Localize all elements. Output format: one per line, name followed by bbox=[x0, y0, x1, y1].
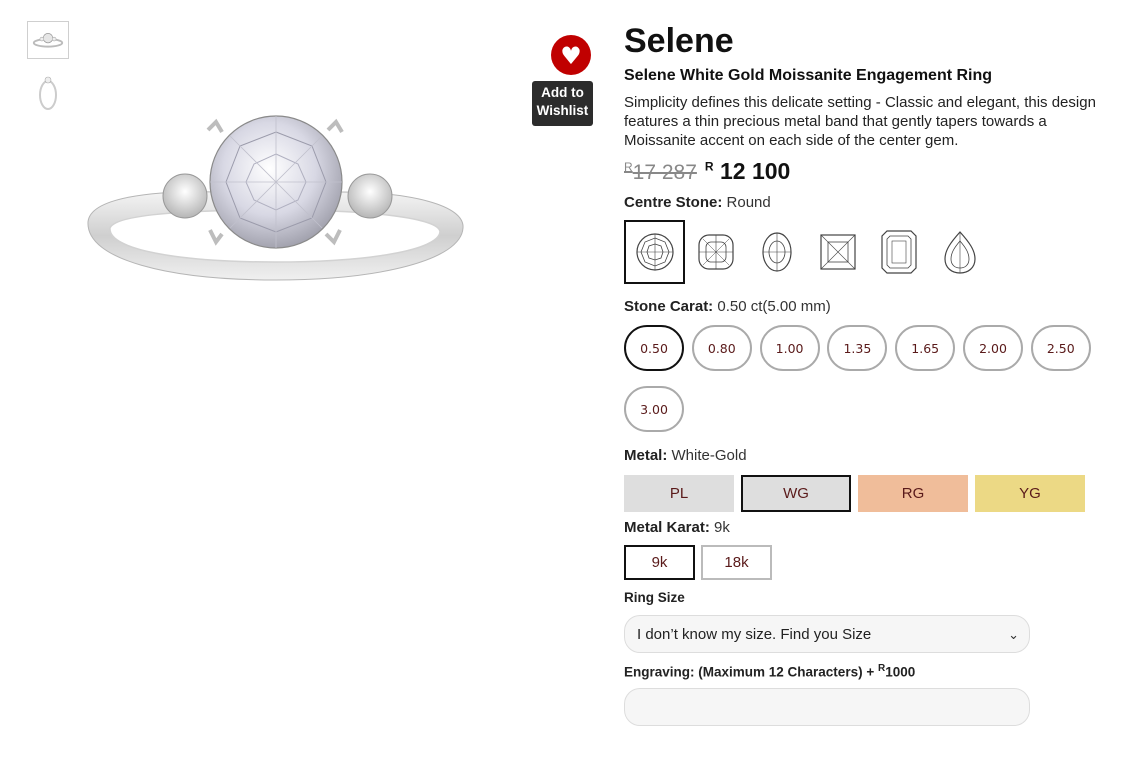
carat-option[interactable]: 1.65 bbox=[895, 325, 956, 371]
shape-cushion-option[interactable] bbox=[685, 220, 746, 284]
metal-label: Metal: White-Gold bbox=[624, 447, 747, 464]
shape-pear-option[interactable] bbox=[929, 220, 990, 284]
metal-karat-label: Metal Karat: 9k bbox=[624, 519, 730, 536]
metal-options: PL WG RG YG bbox=[624, 475, 1092, 512]
centre-stone-shape-options bbox=[624, 220, 990, 284]
pear-cut-icon bbox=[943, 231, 976, 274]
product-title: Selene bbox=[624, 22, 734, 60]
ring-size-label: Ring Size bbox=[624, 590, 685, 605]
carat-option[interactable]: 2.00 bbox=[962, 325, 1023, 371]
centre-stone-label: Centre Stone: Round bbox=[624, 194, 771, 211]
engraving-label: Engraving: (Maximum 12 Characters) + R10… bbox=[624, 663, 916, 680]
product-description: Simplicity defines this delicate setting… bbox=[624, 94, 1096, 149]
metal-karat-options: 9k 18k bbox=[624, 545, 778, 580]
wishlist-heart-button[interactable]: ♥ bbox=[551, 35, 591, 75]
metal-option-wg[interactable]: WG bbox=[741, 475, 851, 512]
metal-option-pl[interactable]: PL bbox=[624, 475, 734, 512]
karat-option-9k[interactable]: 9k bbox=[624, 545, 695, 580]
stone-carat-options: 0.50 0.80 1.00 1.35 1.65 2.00 2.50 3.00 bbox=[624, 325, 1104, 447]
carat-option[interactable]: 1.35 bbox=[827, 325, 888, 371]
thumbnail-ring-side[interactable] bbox=[27, 73, 69, 111]
price-row: R17 287 R 12 100 bbox=[624, 158, 790, 185]
metal-option-rg[interactable]: RG bbox=[858, 475, 968, 512]
ring-size-selected-value: I don’t know my size. Find you Size bbox=[637, 625, 872, 643]
ring-size-select[interactable]: I don’t know my size. Find you Size ⌄ bbox=[624, 615, 1030, 653]
old-price: R17 287 bbox=[624, 160, 697, 184]
shape-princess-option[interactable] bbox=[807, 220, 868, 284]
ring-thumbnail-image bbox=[32, 32, 64, 48]
oval-cut-icon bbox=[761, 232, 792, 272]
add-to-wishlist-label[interactable]: Add to Wishlist bbox=[532, 81, 593, 126]
shape-round-option[interactable] bbox=[624, 220, 685, 284]
stone-carat-label: Stone Carat: 0.50 ct(5.00 mm) bbox=[624, 298, 831, 315]
emerald-cut-icon bbox=[880, 230, 917, 274]
carat-option[interactable]: 1.00 bbox=[759, 325, 820, 371]
metal-option-yg[interactable]: YG bbox=[975, 475, 1085, 512]
carat-option[interactable]: 3.00 bbox=[624, 386, 684, 432]
shape-oval-option[interactable] bbox=[746, 220, 807, 284]
carat-option[interactable]: 0.50 bbox=[624, 325, 684, 371]
shape-emerald-option[interactable] bbox=[868, 220, 929, 284]
karat-option-18k[interactable]: 18k bbox=[701, 545, 772, 580]
new-price: R 12 100 bbox=[704, 158, 791, 184]
product-subtitle: Selene White Gold Moissanite Engagement … bbox=[624, 67, 993, 84]
cushion-cut-icon bbox=[697, 234, 734, 270]
thumbnail-ring-front[interactable] bbox=[27, 21, 69, 59]
heart-icon: ♥ bbox=[560, 41, 582, 70]
product-main-image bbox=[87, 115, 464, 281]
round-cut-icon bbox=[635, 233, 674, 271]
carat-option[interactable]: 0.80 bbox=[691, 325, 752, 371]
carat-option[interactable]: 2.50 bbox=[1030, 325, 1091, 371]
ring-side-thumbnail-image bbox=[39, 76, 57, 110]
engraving-input[interactable] bbox=[624, 688, 1030, 726]
princess-cut-icon bbox=[819, 234, 856, 270]
chevron-down-icon: ⌄ bbox=[1008, 627, 1019, 642]
